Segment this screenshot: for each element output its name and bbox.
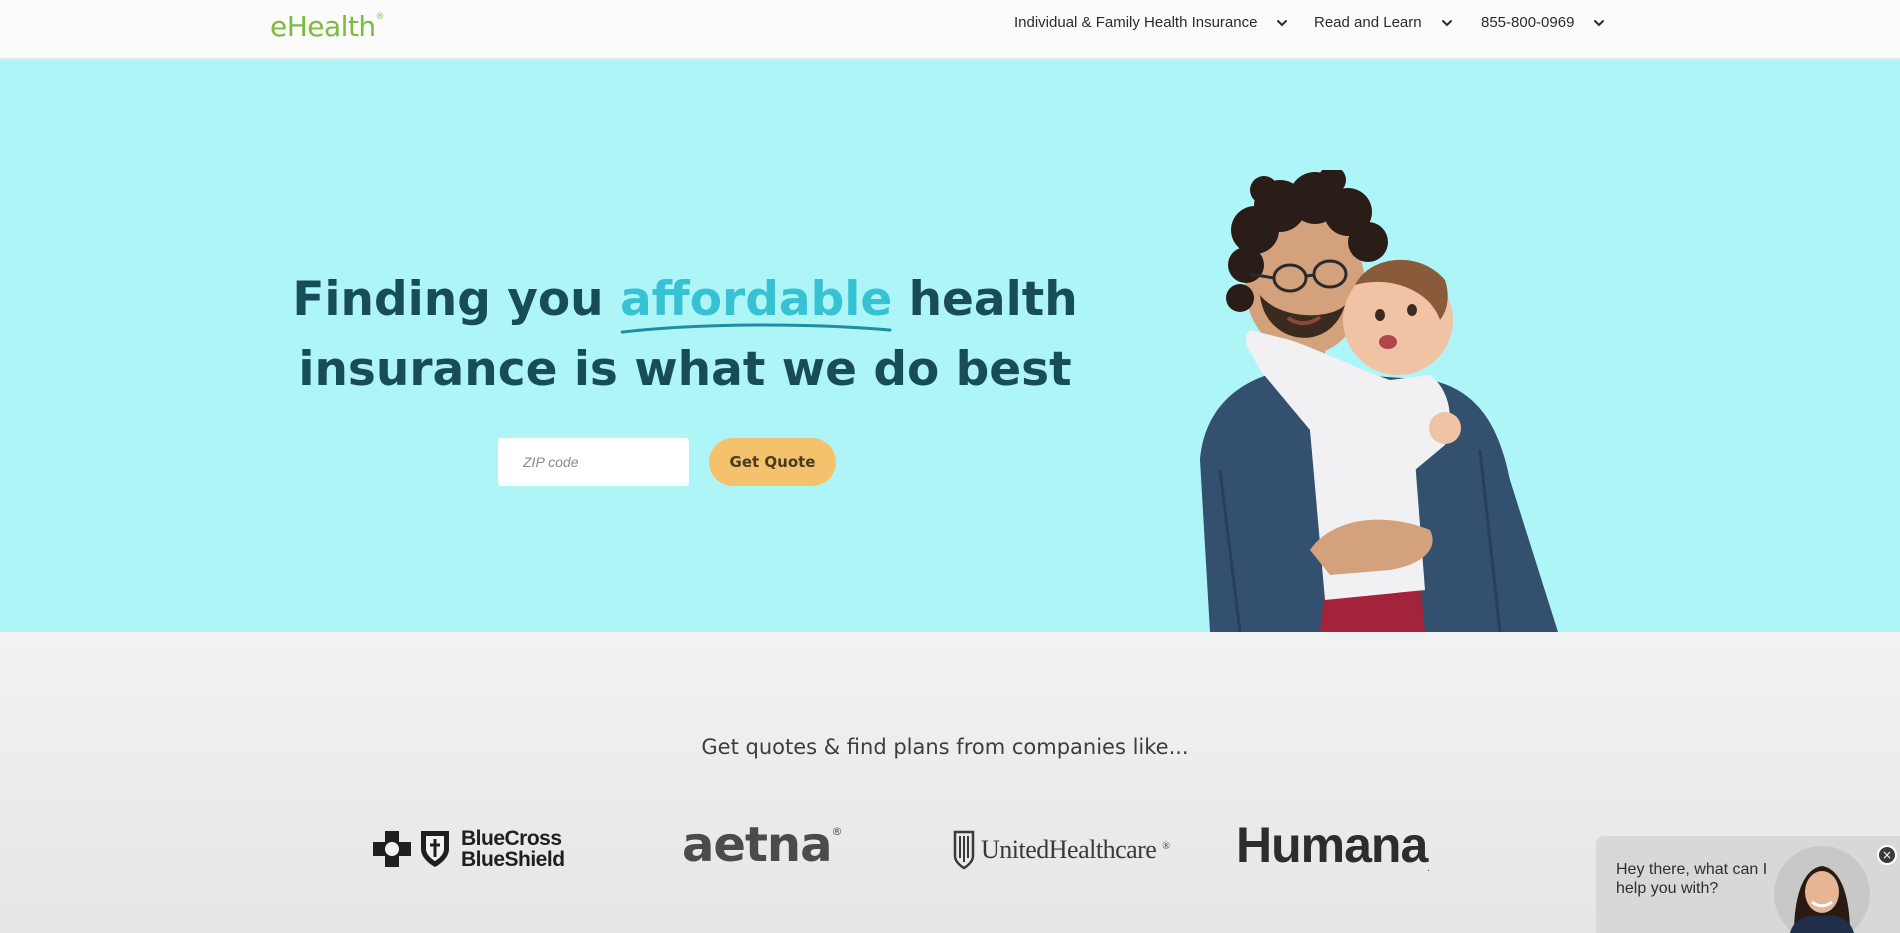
- aetna-wordmark: aetna: [682, 817, 832, 873]
- aetna-logo: aetna®: [682, 817, 842, 873]
- chevron-down-icon: [1277, 19, 1288, 26]
- humana-logo: Humana.: [1236, 816, 1430, 874]
- headline-line-2: insurance is what we do best: [298, 342, 1072, 397]
- bcbs-cross-shield-icon: [373, 831, 449, 867]
- father-holding-baby-photo: [1200, 170, 1558, 632]
- bcbs-line-1: BlueCross: [461, 827, 562, 850]
- ehealth-logo[interactable]: eHealth®: [270, 10, 385, 43]
- nav-individual-family[interactable]: Individual & Family Health Insurance: [1014, 14, 1289, 31]
- zip-code-input[interactable]: [498, 438, 689, 486]
- companies-heading: Get quotes & find plans from companies l…: [701, 735, 1189, 759]
- headline-accent: affordable: [620, 265, 892, 335]
- uhc-registered-mark: ®: [1162, 840, 1170, 852]
- humana-mark: .: [1427, 863, 1430, 874]
- chevron-down-icon: [1594, 19, 1605, 26]
- bluecross-blueshield-logo: BlueCross BlueShield: [371, 827, 565, 871]
- chat-agent-avatar: [1774, 846, 1870, 933]
- headline-part-1: Finding you: [292, 272, 620, 327]
- nav-read-and-learn[interactable]: Read and Learn: [1314, 14, 1454, 31]
- nav-phone[interactable]: 855-800-0969: [1481, 14, 1606, 31]
- bcbs-wordmark: BlueCross BlueShield: [461, 828, 565, 870]
- logo-registered-mark: ®: [375, 12, 385, 22]
- logo-text: eHealth: [270, 10, 376, 43]
- nav-label: Individual & Family Health Insurance: [1014, 14, 1258, 31]
- phone-number: 855-800-0969: [1481, 14, 1575, 31]
- chat-close-button[interactable]: ×: [1877, 845, 1897, 865]
- uhc-shield-icon: [953, 830, 975, 870]
- chat-widget[interactable]: Hey there, what can I help you with?: [1596, 836, 1900, 933]
- nav-label: Read and Learn: [1314, 14, 1422, 31]
- hero-headline: Finding you affordable health insurance …: [290, 265, 1080, 405]
- chat-greeting: Hey there, what can I help you with?: [1616, 861, 1768, 897]
- humana-wordmark: Humana: [1236, 817, 1428, 873]
- uhc-wordmark: UnitedHealthcare: [981, 835, 1157, 864]
- unitedhealthcare-logo: UnitedHealthcare ®: [953, 830, 1170, 870]
- underline-swoosh: [620, 323, 892, 334]
- get-quote-button[interactable]: Get Quote: [709, 438, 836, 486]
- bcbs-line-2: BlueShield: [461, 848, 565, 871]
- headline-part-2: health: [892, 272, 1078, 327]
- site-header: eHealth® Individual & Family Health Insu…: [0, 0, 1900, 59]
- aetna-registered-mark: ®: [831, 825, 842, 838]
- hero-section: Finding you affordable health insurance …: [0, 60, 1900, 632]
- chevron-down-icon: [1441, 19, 1452, 26]
